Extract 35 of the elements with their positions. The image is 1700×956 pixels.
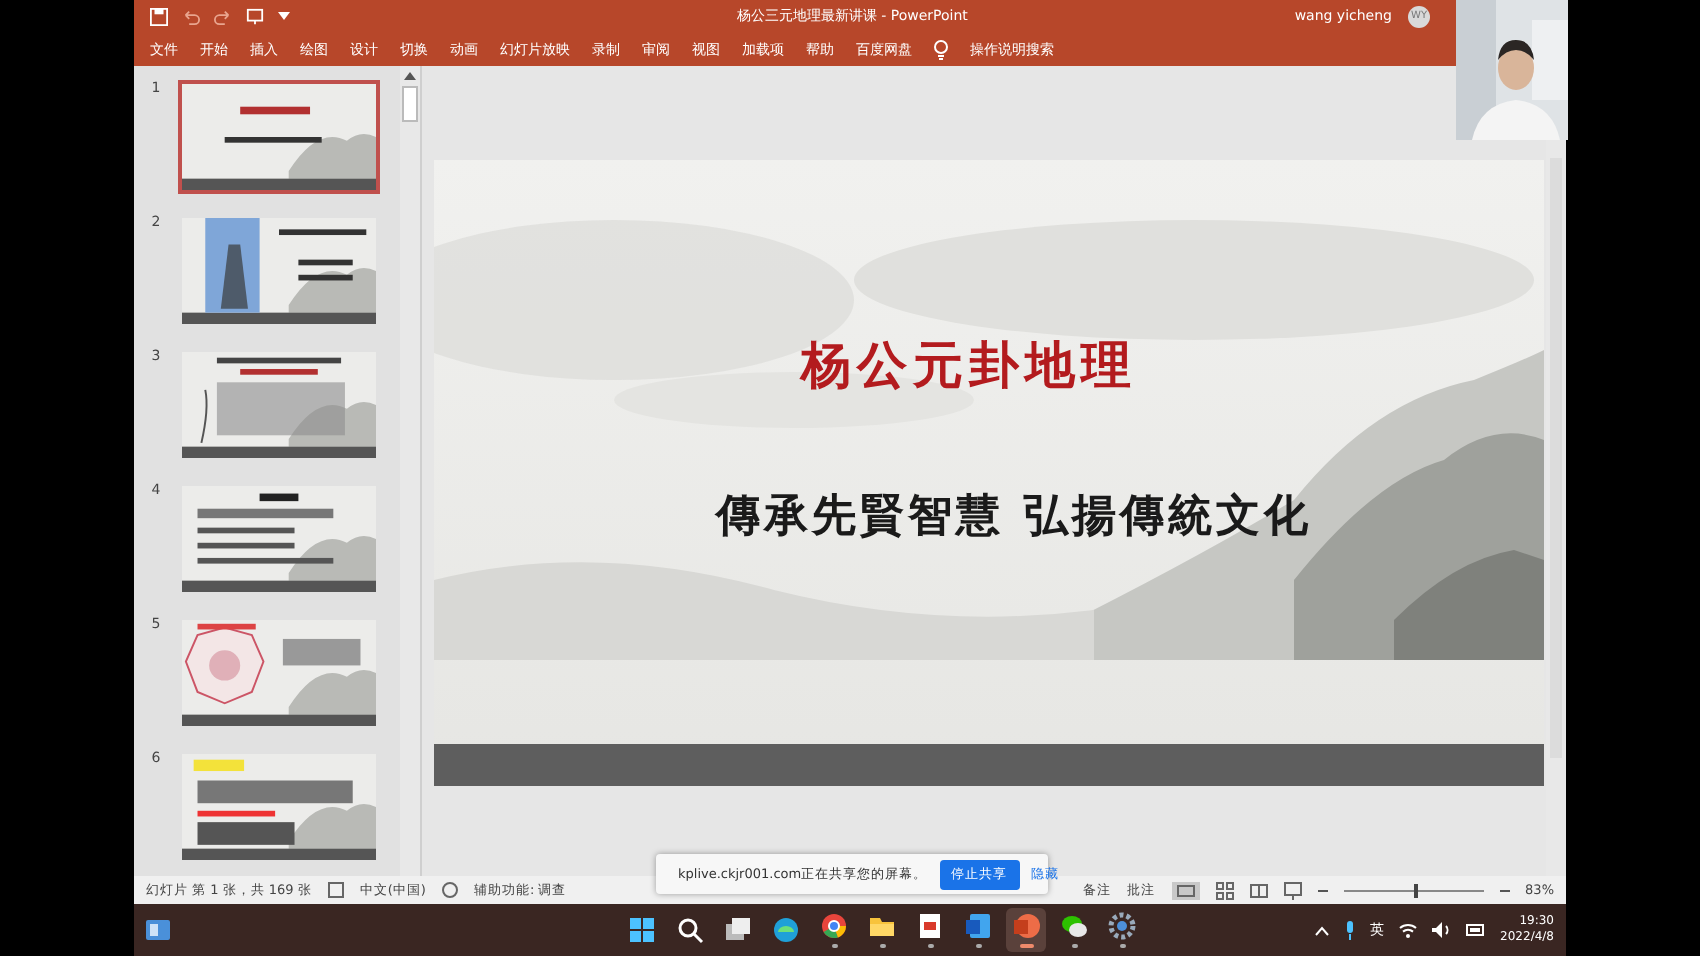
reading-view-icon[interactable]: [1249, 881, 1268, 899]
sorter-view-icon[interactable]: [1215, 881, 1234, 899]
slide-title: 杨公元卦地理: [801, 334, 1137, 398]
task-view-icon: [724, 916, 753, 944]
undo-icon[interactable]: [182, 7, 200, 25]
search-icon: [676, 916, 705, 944]
caret-icon[interactable]: [278, 12, 290, 20]
scrollbar-thumb[interactable]: [402, 86, 418, 122]
save-icon[interactable]: [150, 7, 168, 25]
settings-icon: [1108, 912, 1137, 940]
slide-subtitle: 傳承先賢智慧 弘揚傳統文化: [716, 488, 1312, 546]
spelling-icon: [327, 882, 344, 898]
normal-view-icon[interactable]: [1171, 881, 1200, 899]
document-icon: [916, 912, 945, 940]
scroll-up-icon[interactable]: [402, 70, 418, 82]
chevron-up-icon[interactable]: [1314, 925, 1331, 935]
microphone-icon[interactable]: [1344, 920, 1357, 940]
redo-icon[interactable]: [214, 7, 232, 25]
lightbulb-icon: [934, 39, 948, 59]
browser-icon: [820, 912, 849, 940]
widgets-icon[interactable]: [146, 920, 170, 940]
browser-icon: [772, 916, 801, 944]
taskbar-button[interactable]: [1006, 908, 1047, 952]
slideshow-icon[interactable]: [1283, 881, 1302, 899]
wifi-icon[interactable]: [1398, 922, 1419, 938]
word-icon: [964, 912, 993, 940]
battery-icon[interactable]: [1466, 922, 1487, 938]
folder-icon: [868, 912, 897, 940]
chat-icon: [1060, 912, 1089, 940]
slideshow-icon[interactable]: [246, 7, 264, 25]
zoom-slider-thumb[interactable]: [1413, 883, 1418, 897]
start-icon: [628, 916, 657, 944]
volume-icon[interactable]: [1432, 922, 1453, 938]
accessibility-icon: [441, 882, 458, 898]
powerpoint-icon: [1012, 912, 1041, 940]
